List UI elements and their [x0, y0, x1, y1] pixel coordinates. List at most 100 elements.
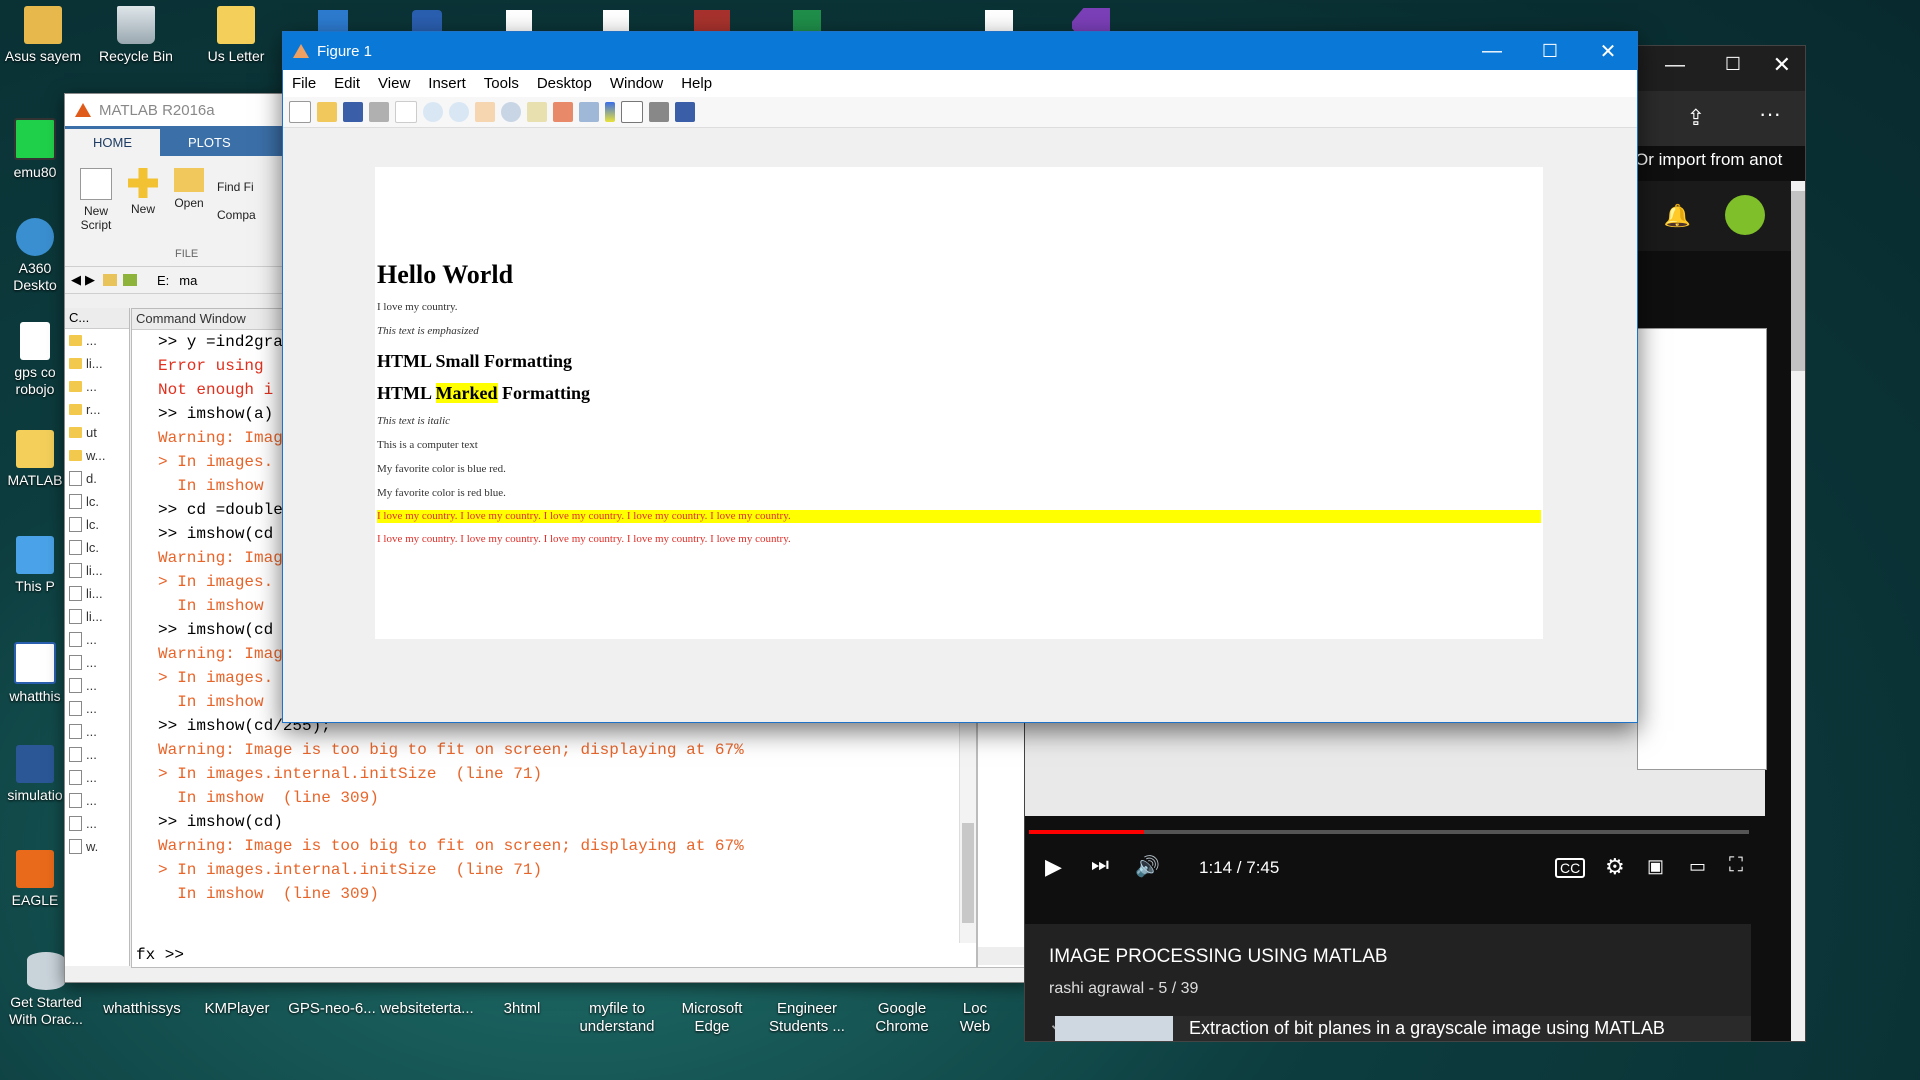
file-list-item[interactable]: ... [65, 651, 129, 674]
file-list-item[interactable]: w... [65, 444, 129, 467]
figure-canvas[interactable]: Hello World I love my country. This text… [375, 167, 1543, 639]
horizontal-scrollbar[interactable] [978, 947, 1030, 965]
menu-insert[interactable]: Insert [419, 75, 475, 92]
desktop-icon-myfile[interactable]: myfile to understand [570, 1000, 664, 1036]
settings-gear-icon[interactable]: ⚙ [1605, 854, 1625, 880]
file-list-item[interactable]: ... [65, 674, 129, 697]
file-list-item[interactable]: ... [65, 329, 129, 352]
minimize-button[interactable]: — [1463, 40, 1521, 63]
brush-icon[interactable] [553, 102, 573, 122]
video-progress-track[interactable] [1029, 830, 1749, 834]
desktop-icon-emu80[interactable]: emu80 [0, 118, 70, 181]
share-icon[interactable]: ⇪ [1687, 105, 1705, 131]
maximize-button[interactable]: ☐ [1521, 41, 1579, 62]
new-figure-icon[interactable] [289, 101, 311, 123]
scrollbar-thumb[interactable] [962, 823, 974, 923]
path-segment[interactable]: ma [179, 273, 197, 288]
desktop-icon-whatthis[interactable]: whatthis [0, 642, 70, 705]
captions-icon[interactable]: CC [1555, 858, 1586, 878]
file-list-item[interactable]: w. [65, 835, 129, 858]
play-icon[interactable]: ▶ [1045, 854, 1062, 880]
file-list-item[interactable]: ... [65, 697, 129, 720]
desktop-icon-a360[interactable]: A360 Deskto [0, 218, 70, 294]
desktop-icon-edge[interactable]: Microsoft Edge [665, 1000, 759, 1036]
hide-plot-tools-icon[interactable] [649, 102, 669, 122]
forward-arrow-icon[interactable]: ▶ [85, 272, 95, 288]
file-list-item[interactable]: lc. [65, 490, 129, 513]
volume-icon[interactable]: 🔊 [1135, 854, 1160, 879]
file-list-item[interactable]: r... [65, 398, 129, 421]
file-list-item[interactable]: ... [65, 375, 129, 398]
desktop-icon-chrome[interactable]: Google Chrome [855, 1000, 949, 1036]
file-list-item[interactable]: li... [65, 582, 129, 605]
colorbar-icon[interactable] [605, 102, 615, 122]
file-list-item[interactable]: ut [65, 421, 129, 444]
scrollbar-thumb[interactable] [1791, 191, 1805, 371]
file-list-item[interactable]: ... [65, 628, 129, 651]
browse-folder-icon[interactable] [123, 274, 137, 286]
close-button[interactable]: ✕ [1579, 39, 1637, 64]
playlist-title[interactable]: IMAGE PROCESSING USING MATLAB [1049, 946, 1388, 968]
notifications-bell-icon[interactable]: 🔔 [1664, 203, 1691, 229]
file-list-item[interactable]: li... [65, 352, 129, 375]
page-scrollbar[interactable] [1791, 181, 1805, 1041]
file-list-item[interactable]: d. [65, 467, 129, 490]
pan-hand-icon[interactable] [475, 102, 495, 122]
desktop-icon-recycle-bin[interactable]: Recycle Bin [93, 6, 179, 65]
desktop-icon-gps[interactable]: gps co robojo [0, 322, 70, 398]
file-list-item[interactable]: ... [65, 812, 129, 835]
desktop-icon-simulation[interactable]: simulatio [0, 745, 70, 804]
theater-mode-icon[interactable]: ▭ [1689, 856, 1706, 877]
legend-icon[interactable] [621, 101, 643, 123]
desktop-icon-us-letter[interactable]: Us Letter [193, 6, 279, 65]
find-files-button[interactable]: Find Fi [217, 180, 254, 194]
desktop-icon-kmplayer[interactable]: KMPlayer [190, 1000, 284, 1018]
file-list-item[interactable]: li... [65, 605, 129, 628]
pointer-icon[interactable] [395, 101, 417, 123]
file-list-item[interactable]: ... [65, 766, 129, 789]
more-options-icon[interactable]: ··· [1759, 101, 1781, 127]
open-file-icon[interactable] [317, 102, 337, 122]
desktop-icon-gps-neo[interactable]: GPS-neo-6... [285, 1000, 379, 1018]
open-button[interactable]: Open [167, 168, 211, 210]
desktop-icon-user[interactable]: Asus sayem [0, 6, 86, 65]
avatar[interactable] [1725, 195, 1765, 235]
file-list-item[interactable]: ... [65, 743, 129, 766]
link-plot-icon[interactable] [579, 102, 599, 122]
save-icon[interactable] [343, 102, 363, 122]
figure-titlebar[interactable]: Figure 1 — ☐ ✕ [283, 32, 1637, 70]
menu-view[interactable]: View [369, 75, 419, 92]
playlist-next-item[interactable]: Extraction of bit planes in a grayscale … [1055, 1016, 1751, 1041]
command-prompt[interactable]: fx >> [132, 943, 980, 967]
menu-window[interactable]: Window [601, 75, 672, 92]
menu-edit[interactable]: Edit [325, 75, 369, 92]
maximize-button[interactable]: ☐ [1725, 54, 1741, 75]
new-script-button[interactable]: New Script [71, 168, 121, 232]
file-list-item[interactable]: lc. [65, 513, 129, 536]
file-list-item[interactable]: lc. [65, 536, 129, 559]
rotate-3d-icon[interactable] [501, 102, 521, 122]
back-arrow-icon[interactable]: ◀ [71, 272, 81, 288]
desktop-icon-whatthissys[interactable]: whatthissys [95, 1000, 189, 1018]
desktop-icon-3html[interactable]: 3html [475, 1000, 569, 1018]
desktop-icon-local-web[interactable]: Loc Web [940, 1000, 1010, 1036]
show-plot-tools-icon[interactable] [675, 102, 695, 122]
zoom-out-icon[interactable] [449, 102, 469, 122]
file-list-item[interactable]: ... [65, 720, 129, 743]
up-folder-icon[interactable] [103, 274, 117, 286]
zoom-in-icon[interactable] [423, 102, 443, 122]
print-icon[interactable] [369, 102, 389, 122]
desktop-icon-engineer[interactable]: Engineer Students ... [760, 1000, 854, 1036]
new-button[interactable]: New [121, 168, 165, 216]
desktop-icon-this-pc[interactable]: This P [0, 536, 70, 595]
fullscreen-icon[interactable]: ⛶ [1729, 854, 1743, 877]
file-list-item[interactable]: ... [65, 789, 129, 812]
desktop-icon-website[interactable]: websiteterta... [380, 1000, 474, 1018]
next-icon[interactable]: ⏭ [1091, 854, 1109, 877]
close-button[interactable]: ✕ [1773, 52, 1791, 78]
desktop-icon-eagle[interactable]: EAGLE [0, 850, 70, 909]
tab-home[interactable]: HOME [65, 129, 160, 156]
desktop-icon-matlab-folder[interactable]: MATLAB [0, 430, 70, 489]
path-segment[interactable]: E: [157, 273, 169, 288]
minimize-button[interactable]: — [1665, 54, 1685, 77]
